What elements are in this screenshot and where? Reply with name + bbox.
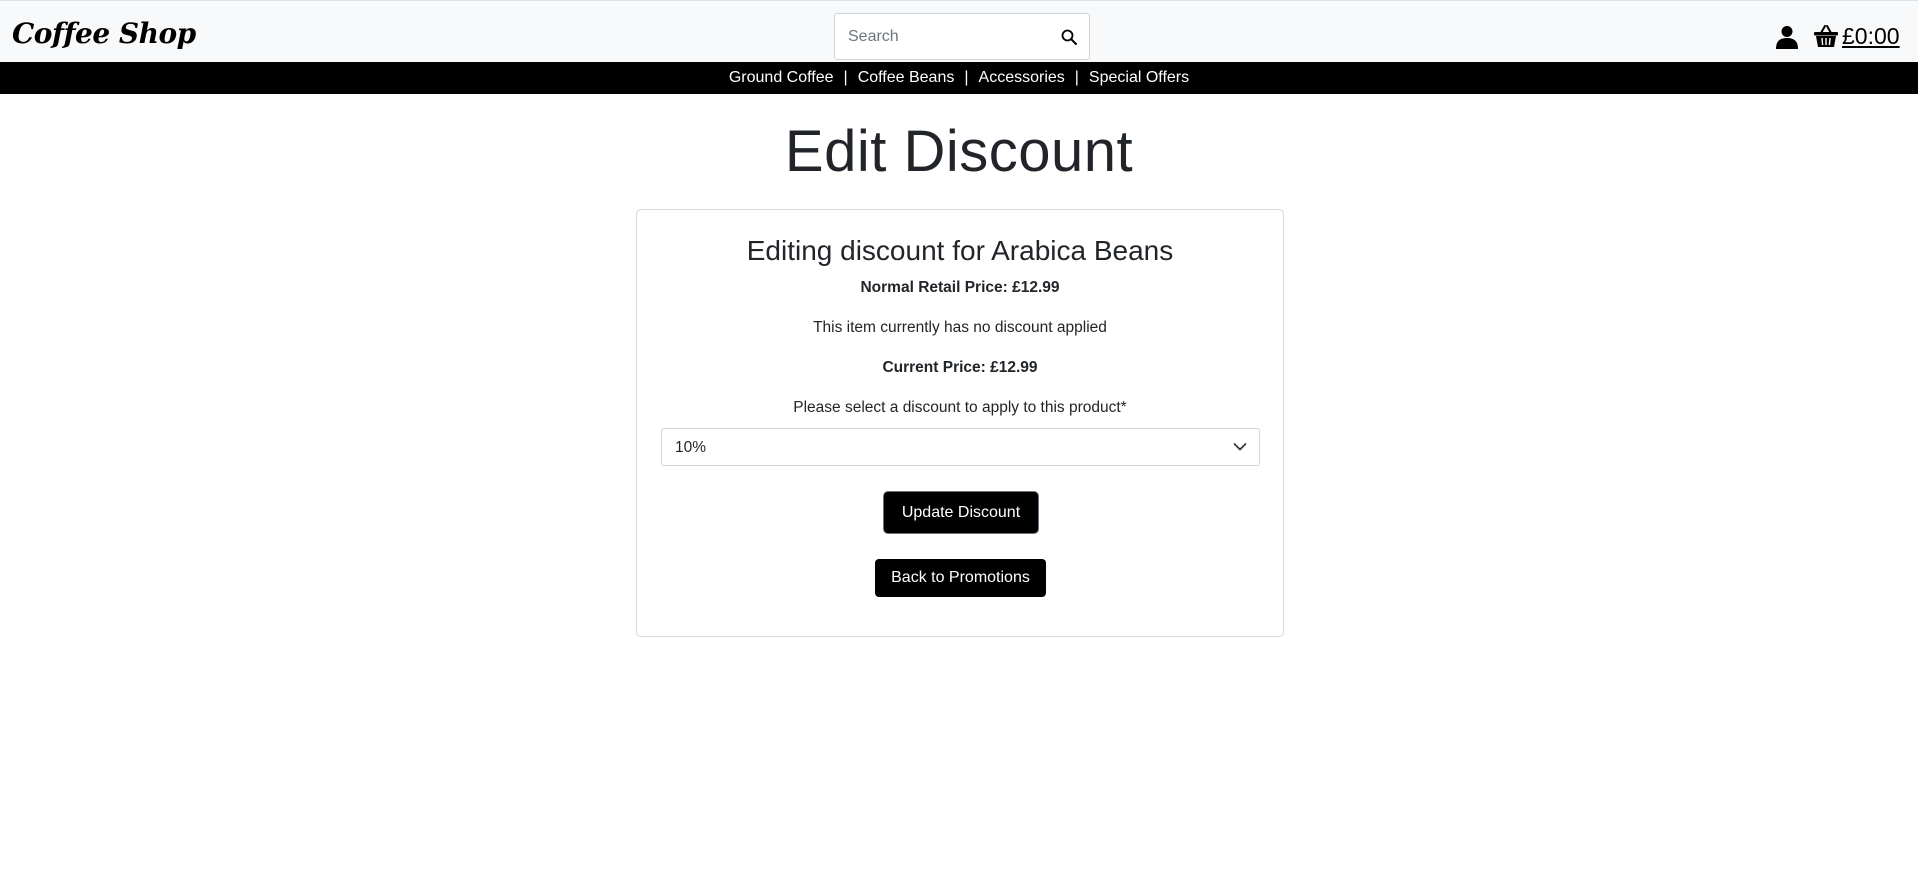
top-header: Coffee Shop £0:00: [0, 0, 1918, 62]
nav-link-accessories[interactable]: Accessories: [979, 69, 1065, 87]
edit-discount-card: Editing discount for Arabica Beans Norma…: [636, 209, 1284, 637]
search-input[interactable]: [835, 14, 1050, 59]
discount-select-value: 10%: [675, 439, 707, 456]
search-button[interactable]: [1050, 15, 1088, 58]
search-icon: [1061, 29, 1077, 45]
card-heading: Editing discount for Arabica Beans: [746, 235, 1174, 266]
brand-logo-link[interactable]: Coffee Shop: [12, 17, 196, 50]
basket-total: £0:00: [1842, 22, 1900, 49]
nav-link-coffee-beans[interactable]: Coffee Beans: [858, 69, 955, 87]
discount-select-label: Please select a discount to apply to thi…: [793, 399, 1127, 416]
discount-select[interactable]: 10%: [661, 428, 1260, 466]
normal-retail-price: Normal Retail Price: £12.99: [860, 279, 1060, 296]
nav-link-special-offers[interactable]: Special Offers: [1089, 69, 1189, 87]
back-to-promotions-button[interactable]: Back to Promotions: [875, 559, 1046, 597]
nav-link-ground-coffee[interactable]: Ground Coffee: [729, 69, 834, 87]
discount-status-text: This item currently has no discount appl…: [813, 319, 1107, 336]
nav-separator: |: [843, 69, 848, 86]
basket-icon: [1814, 25, 1838, 47]
current-price: Current Price: £12.99: [882, 359, 1038, 376]
basket-link[interactable]: £0:00: [1813, 21, 1900, 51]
category-nav: Ground Coffee | Coffee Beans | Accessori…: [0, 62, 1918, 94]
nav-separator: |: [964, 69, 969, 86]
user-icon[interactable]: [1776, 25, 1798, 49]
chevron-down-icon: [1233, 443, 1247, 451]
page-title: Edit Discount: [784, 119, 1134, 184]
nav-separator: |: [1074, 69, 1079, 86]
search-form: [834, 13, 1090, 60]
update-discount-button[interactable]: Update Discount: [884, 492, 1038, 533]
